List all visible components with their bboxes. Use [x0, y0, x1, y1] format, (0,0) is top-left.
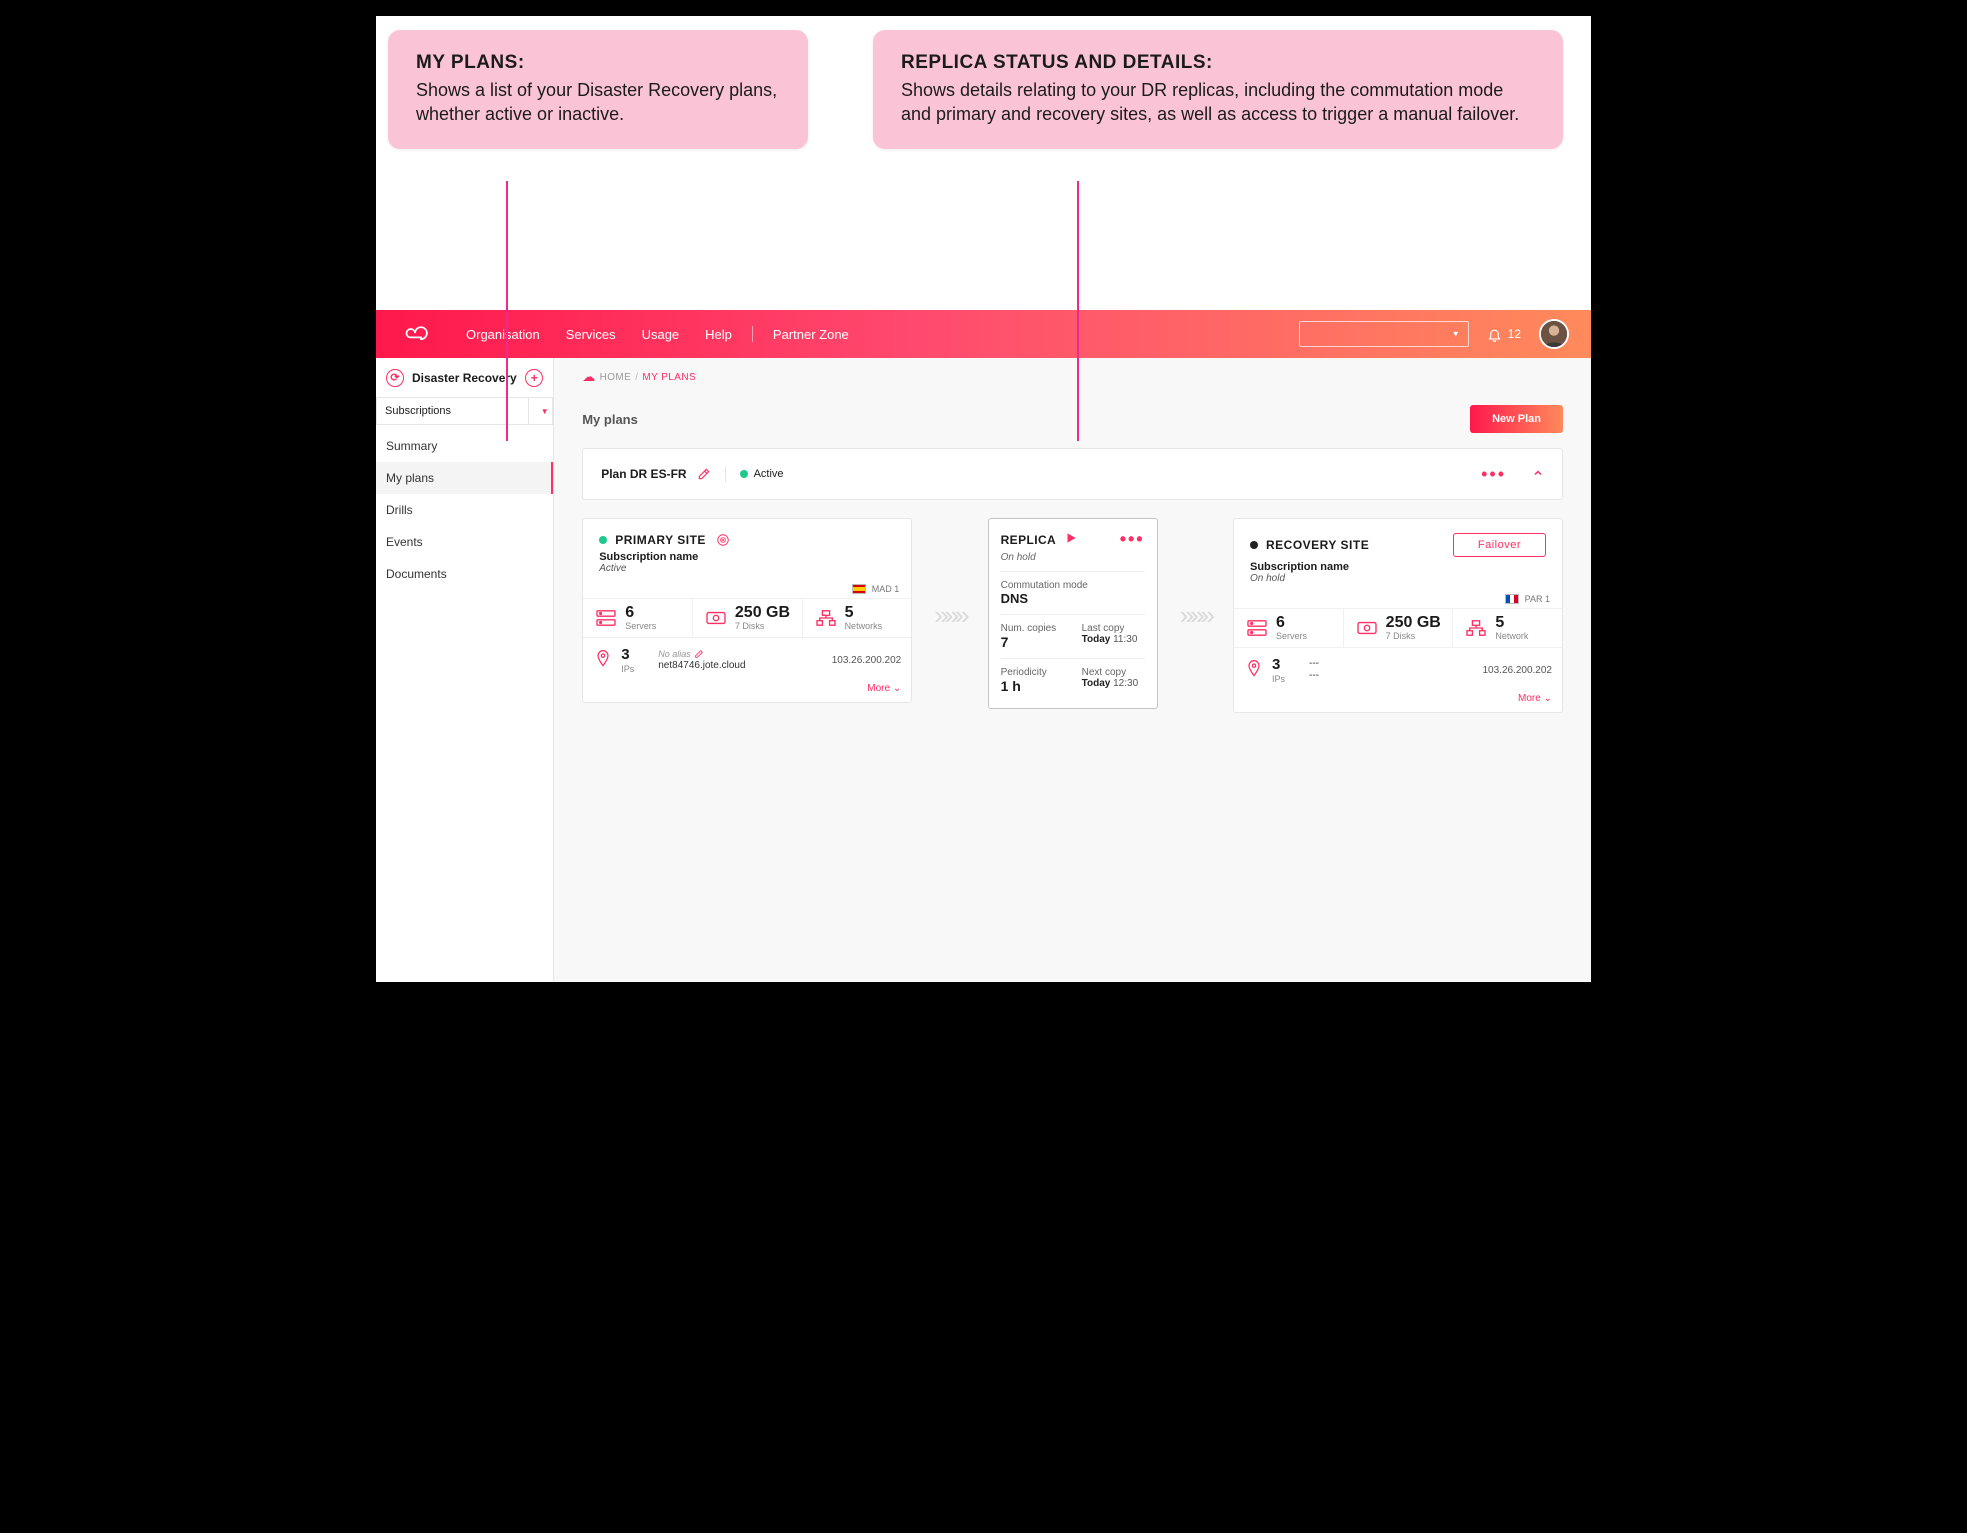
plan-header: Plan DR ES-FR Active ••• — [582, 448, 1563, 500]
nav-usage[interactable]: Usage — [642, 327, 680, 342]
alias-host: net84746.jote.cloud — [658, 660, 745, 672]
flag-fr-icon — [1505, 594, 1519, 604]
add-button[interactable]: + — [525, 369, 543, 387]
caret-down-icon: ▼ — [528, 398, 552, 424]
status-badge: Active — [740, 468, 784, 480]
subscription-label: Subscription name — [583, 547, 911, 563]
mode-label: Commutation mode — [1001, 580, 1145, 591]
edit-icon[interactable] — [694, 649, 704, 659]
sidebar: ⟳ Disaster Recovery + Subscriptions ▼ Su… — [376, 358, 554, 982]
stat-storage: 250 GB7 Disks — [693, 599, 803, 637]
replica-status: On hold — [1001, 552, 1145, 563]
sidebar-item-my-plans[interactable]: My plans — [376, 462, 553, 494]
collapse-toggle[interactable] — [1532, 467, 1544, 482]
failover-button[interactable]: Failover — [1453, 533, 1546, 557]
plan-name: Plan DR ES-FR — [601, 467, 686, 481]
chevron-down-icon: ⌄ — [1544, 693, 1552, 704]
replica-heading: REPLICA — [1001, 533, 1056, 547]
primary-site-heading: PRIMARY SITE — [615, 533, 706, 547]
shield-icon: ⟳ — [386, 369, 404, 387]
more-link[interactable]: More ⌄ — [1234, 691, 1562, 712]
subscription-status: Active — [583, 563, 911, 580]
plan-actions-menu[interactable]: ••• — [1481, 464, 1506, 485]
top-nav: Organisation Services Usage Help — [454, 327, 732, 342]
subscription-status: On hold — [1234, 573, 1562, 590]
callout-title: REPLICA STATUS AND DETAILS: — [901, 52, 1535, 74]
topbar: Organisation Services Usage Help Partner… — [376, 310, 1591, 358]
replica-card: REPLICA ••• On hold Commutation mode DNS — [988, 518, 1158, 709]
new-plan-button[interactable]: New Plan — [1470, 405, 1563, 433]
location-icon — [1244, 659, 1264, 682]
flag-es-icon — [852, 584, 866, 594]
sidebar-header: ⟳ Disaster Recovery + — [376, 358, 553, 398]
region-tag: MAD 1 — [583, 580, 911, 598]
callout-title: MY PLANS: — [416, 52, 780, 74]
callout-my-plans: MY PLANS: Shows a list of your Disaster … — [388, 30, 808, 149]
logo-icon[interactable] — [376, 323, 454, 345]
network-icon — [813, 607, 839, 629]
ip-row: 3IPs No alias net84746.jote.cloud 103.26… — [583, 637, 911, 681]
global-search-dropdown[interactable]: ▼ — [1299, 321, 1469, 347]
recovery-site-heading: RECOVERY SITE — [1266, 538, 1369, 552]
flow-arrow-icon: »»» — [928, 600, 971, 631]
sidebar-nav: Summary My plans Drills Events Documents — [376, 424, 553, 590]
subscription-label: Subscription name — [1234, 557, 1562, 573]
nav-help[interactable]: Help — [705, 327, 732, 342]
sidebar-item-events[interactable]: Events — [376, 526, 553, 558]
breadcrumb-home[interactable]: HOME — [600, 372, 632, 383]
play-button[interactable] — [1064, 531, 1078, 548]
sidebar-title: Disaster Recovery — [412, 371, 517, 385]
stat-storage: 250 GB7 Disks — [1344, 609, 1454, 647]
cloud-icon: ☁ — [582, 369, 595, 385]
breadcrumb-current: MY PLANS — [642, 372, 696, 383]
disk-icon — [1354, 617, 1380, 639]
subscription-selector[interactable]: Subscriptions ▼ — [376, 397, 553, 425]
notif-count: 12 — [1508, 327, 1521, 341]
breadcrumb: ☁ HOME / MY PLANS — [582, 358, 1563, 396]
more-link[interactable]: More ⌄ — [583, 681, 911, 702]
callout-replica: REPLICA STATUS AND DETAILS: Shows detail… — [873, 30, 1563, 149]
caret-down-icon: ▼ — [1452, 330, 1460, 339]
chevron-down-icon: ⌄ — [893, 683, 901, 694]
network-icon — [1463, 617, 1489, 639]
bell-icon — [1487, 327, 1502, 342]
location-icon — [593, 649, 613, 672]
sidebar-item-drills[interactable]: Drills — [376, 494, 553, 526]
main-content: ☁ HOME / MY PLANS My plans New Plan Plan… — [554, 358, 1591, 982]
region-tag: PAR 1 — [1234, 590, 1562, 608]
callout-body: Shows details relating to your DR replic… — [901, 78, 1535, 127]
ip-row: 3IPs --- --- 103.26.200.202 — [1234, 647, 1562, 691]
stat-networks: 5Network — [1453, 609, 1562, 647]
sidebar-item-documents[interactable]: Documents — [376, 558, 553, 590]
target-icon — [716, 533, 730, 547]
status-dot-icon — [1250, 541, 1258, 549]
nav-partner-zone[interactable]: Partner Zone — [773, 327, 849, 342]
recovery-site-card: RECOVERY SITE Failover Subscription name… — [1233, 518, 1563, 713]
server-icon — [1244, 617, 1270, 639]
stat-servers: 6Servers — [1234, 609, 1344, 647]
callout-body: Shows a list of your Disaster Recovery p… — [416, 78, 780, 127]
server-icon — [593, 607, 619, 629]
nav-services[interactable]: Services — [566, 327, 616, 342]
selector-label: Subscriptions — [377, 405, 451, 417]
sidebar-item-summary[interactable]: Summary — [376, 430, 553, 462]
nav-organisation[interactable]: Organisation — [466, 327, 540, 342]
notifications-button[interactable]: 12 — [1487, 327, 1521, 342]
stat-servers: 6Servers — [583, 599, 693, 637]
flow-arrow-icon: »»» — [1174, 600, 1217, 631]
disk-icon — [703, 607, 729, 629]
page-title: My plans — [582, 412, 638, 427]
mode-value: DNS — [1001, 591, 1145, 606]
replica-actions-menu[interactable]: ••• — [1120, 529, 1145, 550]
ip-address: 103.26.200.202 — [832, 655, 902, 666]
status-dot-icon — [599, 536, 607, 544]
stat-networks: 5Networks — [803, 599, 912, 637]
avatar[interactable] — [1539, 319, 1569, 349]
nav-divider — [752, 326, 753, 342]
edit-icon[interactable] — [697, 467, 711, 481]
primary-site-card: PRIMARY SITE Subscription name Active MA… — [582, 518, 912, 703]
ip-address: 103.26.200.202 — [1482, 665, 1552, 676]
